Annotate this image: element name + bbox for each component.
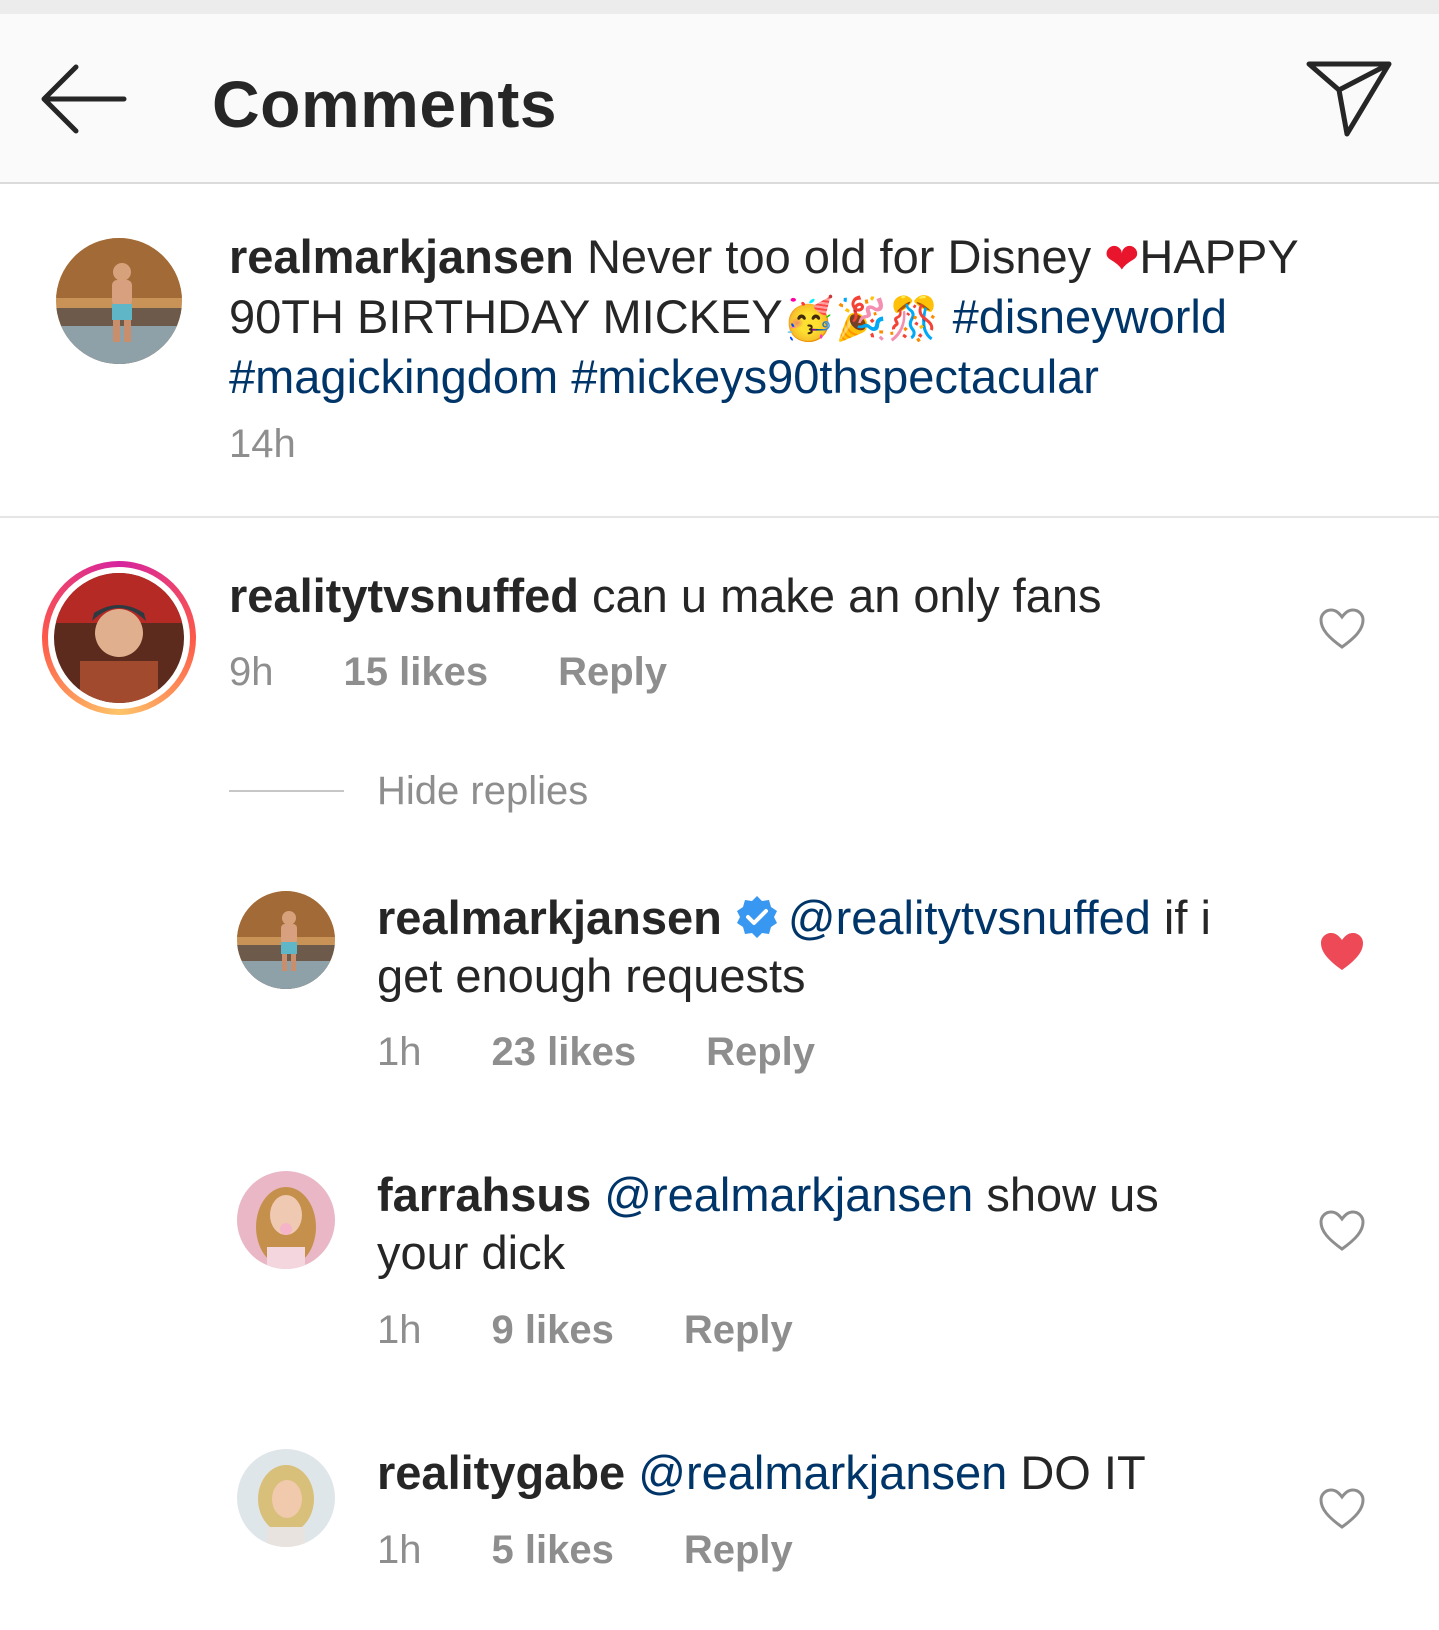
like-button[interactable] — [1318, 1209, 1366, 1253]
reply-username[interactable]: realitygabe — [377, 1446, 625, 1499]
back-button[interactable] — [38, 59, 128, 139]
reply-mention[interactable]: @realmarkjansen — [638, 1446, 1007, 1499]
caption-text: Never too old for Disney — [586, 230, 1092, 283]
reply-text: realitygabe @realmarkjansen DO IT — [377, 1444, 1237, 1502]
status-bar — [0, 0, 1439, 14]
heart-filled-icon — [1321, 933, 1363, 970]
caption-username[interactable]: realmarkjansen — [229, 230, 574, 283]
reply-timestamp: 1h — [377, 1308, 422, 1352]
reply-meta: 1h 9 likes Reply — [377, 1308, 793, 1353]
reply-button[interactable]: Reply — [706, 1030, 815, 1075]
hashtag-mickeys90thspectacular[interactable]: #mickeys90thspectacular — [571, 350, 1099, 403]
hashtag-disneyworld[interactable]: #disneyworld — [953, 290, 1227, 343]
reply-likes[interactable]: 5 likes — [492, 1528, 614, 1573]
avatar-story-ring[interactable] — [42, 561, 196, 715]
avatar[interactable] — [237, 891, 335, 989]
avatar[interactable] — [237, 1171, 335, 1269]
caption-timestamp: 14h — [229, 422, 296, 466]
verified-badge-icon — [736, 896, 777, 938]
reply-button[interactable]: Reply — [684, 1308, 793, 1353]
page-title: Comments — [212, 67, 558, 141]
heart-outline-icon — [1319, 1210, 1365, 1251]
like-button-liked[interactable] — [1318, 930, 1366, 974]
avatar[interactable] — [237, 1449, 335, 1547]
like-button[interactable] — [1318, 1487, 1366, 1531]
post-caption: realmarkjansen Never too old for Disney … — [229, 228, 1359, 406]
comment-timestamp: 9h — [229, 650, 274, 694]
reply-button[interactable]: Reply — [558, 650, 667, 695]
heart-outline-icon — [1319, 1488, 1365, 1529]
replies-divider-line — [229, 790, 344, 792]
reply-mention[interactable]: @realmarkjansen — [604, 1168, 973, 1221]
reply-username[interactable]: farrahsus — [377, 1168, 591, 1221]
reply-meta: 1h 5 likes Reply — [377, 1528, 793, 1573]
party-emojis: 🥳🎉🎊 — [782, 294, 940, 343]
reply-text: realmarkjansen @realitytvsnuffed if i get… — [377, 889, 1277, 1005]
reply-timestamp: 1h — [377, 1528, 422, 1572]
heart-outline-icon — [1319, 608, 1365, 649]
reply-meta: 1h 23 likes Reply — [377, 1030, 815, 1075]
reply-timestamp: 1h — [377, 1030, 422, 1074]
reply-button[interactable]: Reply — [684, 1528, 793, 1573]
comments-header: Comments — [0, 14, 1439, 184]
comment-text: realitytvsnuffed can u make an only fans — [229, 567, 1229, 625]
reply-likes[interactable]: 23 likes — [492, 1030, 637, 1075]
comment-username[interactable]: realitytvsnuffed — [229, 569, 579, 622]
red-heart-emoji: ❤ — [1104, 234, 1140, 283]
comment-meta: 9h 15 likes Reply — [229, 650, 667, 695]
hashtag-magickingdom[interactable]: #magickingdom — [229, 350, 558, 403]
like-button[interactable] — [1318, 607, 1366, 651]
reply-likes[interactable]: 9 likes — [492, 1308, 614, 1353]
arrow-left-icon — [41, 64, 127, 134]
reply-username[interactable]: realmarkjansen — [377, 891, 722, 944]
reply-mention[interactable]: @realitytvsnuffed — [788, 891, 1151, 944]
hide-replies-button[interactable]: Hide replies — [377, 769, 588, 814]
comment-likes[interactable]: 15 likes — [344, 650, 489, 695]
avatar[interactable] — [56, 238, 182, 364]
reply-body: DO IT — [1020, 1446, 1146, 1499]
paper-plane-icon — [1306, 61, 1392, 137]
reply-text: farrahsus @realmarkjansen show us your d… — [377, 1166, 1197, 1282]
divider — [0, 516, 1439, 518]
comment-body: can u make an only fans — [592, 569, 1102, 622]
share-button[interactable] — [1305, 58, 1395, 144]
